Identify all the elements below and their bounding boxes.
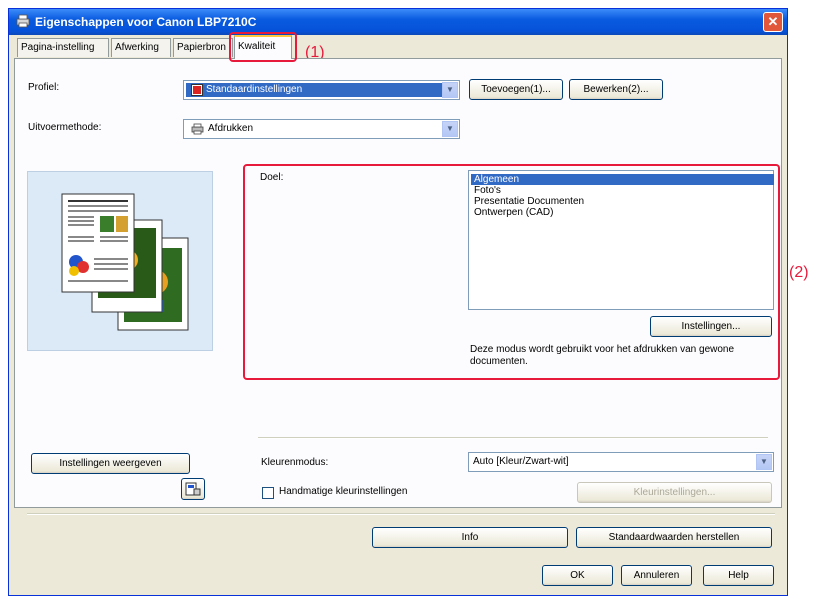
printer-app-icon xyxy=(16,14,30,28)
doel-listbox[interactable]: Algemeen Foto's Presentatie Documenten O… xyxy=(468,170,774,310)
tab-papierbron[interactable]: Papierbron xyxy=(173,38,233,57)
view-settings-button[interactable]: Instellingen weergeven xyxy=(31,453,190,474)
doel-description: Deze modus wordt gebruikt voor het afdru… xyxy=(470,344,735,367)
list-item[interactable]: Algemeen xyxy=(471,174,774,185)
help-button[interactable]: Help xyxy=(703,565,774,586)
chevron-down-icon[interactable]: ▼ xyxy=(756,454,772,470)
output-method-label: Uitvoermethode: xyxy=(28,122,102,133)
close-button[interactable]: ✕ xyxy=(763,12,783,32)
edit-profile-button[interactable]: Bewerken(2)... xyxy=(569,79,663,100)
doel-label: Doel: xyxy=(260,172,284,183)
ok-button[interactable]: OK xyxy=(542,565,613,586)
profile-icon xyxy=(191,84,203,96)
info-button[interactable]: Info xyxy=(372,527,568,548)
page-preview xyxy=(27,171,213,351)
color-settings-button[interactable]: Kleurinstellingen... xyxy=(577,482,772,503)
preview-icon xyxy=(185,482,201,496)
divider xyxy=(27,513,775,515)
document-preview-image xyxy=(61,193,189,331)
preview-toggle-button[interactable] xyxy=(181,478,205,500)
color-mode-value: Auto [Kleur/Zwart-wit] xyxy=(473,456,569,467)
manual-color-label: Handmatige kleurinstellingen xyxy=(279,486,408,497)
divider xyxy=(258,437,768,439)
title-bar: Eigenschappen voor Canon LBP7210C ✕ xyxy=(9,9,787,35)
color-mode-dropdown[interactable]: Auto [Kleur/Zwart-wit] ▼ xyxy=(468,452,774,472)
printer-icon xyxy=(191,123,204,135)
callout-2-label: (2) xyxy=(789,264,809,281)
profile-label: Profiel: xyxy=(28,82,60,93)
profile-dropdown[interactable]: Standaardinstellingen ▼ xyxy=(183,80,460,100)
doel-settings-button[interactable]: Instellingen... xyxy=(650,316,772,337)
manual-color-checkbox[interactable] xyxy=(262,487,274,499)
chevron-down-icon[interactable]: ▼ xyxy=(442,121,458,137)
list-item[interactable]: Presentatie Documenten xyxy=(471,196,774,207)
output-method-dropdown[interactable]: Afdrukken ▼ xyxy=(183,119,460,139)
list-item[interactable]: Ontwerpen (CAD) xyxy=(471,207,774,218)
color-mode-label: Kleurenmodus: xyxy=(261,457,329,468)
window-title: Eigenschappen voor Canon LBP7210C xyxy=(35,15,257,29)
profile-value: Standaardinstellingen xyxy=(206,84,303,95)
add-profile-button[interactable]: Toevoegen(1)... xyxy=(469,79,563,100)
cancel-button[interactable]: Annuleren xyxy=(621,565,692,586)
output-method-value: Afdrukken xyxy=(208,123,254,134)
tab-afwerking[interactable]: Afwerking xyxy=(111,38,171,57)
tab-pagina-instelling[interactable]: Pagina-instelling xyxy=(17,38,109,57)
chevron-down-icon[interactable]: ▼ xyxy=(442,82,458,98)
callout-1-highlight xyxy=(229,32,297,62)
list-item[interactable]: Foto's xyxy=(471,185,774,196)
restore-defaults-button[interactable]: Standaardwaarden herstellen xyxy=(576,527,772,548)
